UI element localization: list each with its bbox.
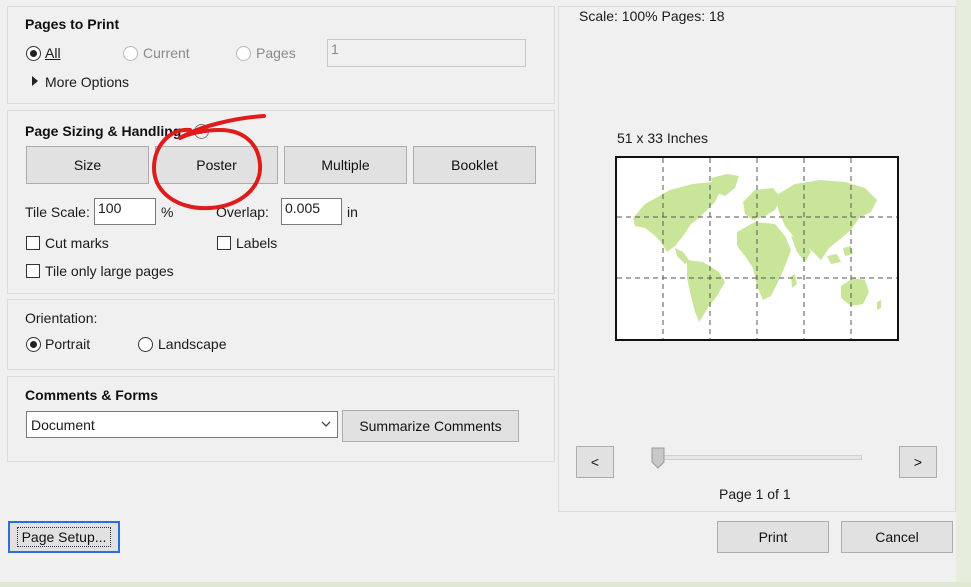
page-setup-label: Page Setup... — [16, 527, 112, 547]
multiple-tab-label: Multiple — [321, 157, 370, 173]
comments-forms-selected: Document — [31, 416, 95, 433]
preview-size-text: 51 x 33 Inches — [617, 130, 709, 146]
pages-range-radio[interactable] — [236, 46, 251, 61]
page-slider-track[interactable] — [652, 455, 862, 460]
page-setup-button[interactable]: Page Setup... — [8, 521, 120, 553]
cancel-button[interactable]: Cancel — [841, 521, 953, 553]
landscape-radio[interactable] — [138, 337, 153, 352]
pages-to-print-title: Pages to Print — [25, 16, 120, 32]
poster-preview — [615, 156, 899, 341]
tile-large-pages-checkbox[interactable] — [26, 264, 40, 278]
overlap-unit-label: in — [347, 204, 358, 220]
tile-scale-label: Tile Scale: — [25, 204, 90, 220]
all-pages-radio[interactable] — [26, 46, 41, 61]
landscape-label[interactable]: Landscape — [158, 336, 227, 352]
pages-range-input[interactable]: 1 — [327, 39, 526, 67]
pages-range-label[interactable]: Pages — [256, 45, 296, 61]
window-edge — [956, 0, 971, 587]
size-tab-label: Size — [73, 157, 102, 173]
size-tab-button[interactable]: Size — [26, 146, 149, 184]
window-bottom-edge — [0, 582, 971, 587]
prev-page-button[interactable]: < — [576, 446, 614, 478]
next-page-button[interactable]: > — [899, 446, 937, 478]
page-slider-thumb[interactable] — [651, 447, 665, 469]
cancel-label: Cancel — [875, 529, 919, 545]
labels-checkbox[interactable] — [217, 236, 231, 250]
comments-forms-select[interactable]: Document — [26, 411, 338, 438]
orientation-title: Orientation: — [25, 310, 98, 326]
comments-forms-title: Comments & Forms — [25, 387, 159, 403]
portrait-label[interactable]: Portrait — [45, 336, 90, 352]
next-page-label: > — [913, 454, 923, 470]
overlap-input[interactable]: 0.005 — [281, 198, 342, 225]
multiple-tab-button[interactable]: Multiple — [284, 146, 407, 184]
portrait-radio[interactable] — [26, 337, 41, 352]
page-indicator-text: Page 1 of 1 — [719, 486, 791, 502]
more-options-label[interactable]: More Options — [45, 74, 129, 90]
chevron-down-icon — [321, 421, 331, 427]
booklet-tab-label: Booklet — [451, 157, 498, 173]
more-options-triangle-icon[interactable] — [32, 76, 38, 86]
labels-label[interactable]: Labels — [236, 235, 277, 251]
all-pages-label[interactable]: All — [45, 45, 61, 61]
print-button[interactable]: Print — [717, 521, 829, 553]
current-page-radio[interactable] — [123, 46, 138, 61]
booklet-tab-button[interactable]: Booklet — [413, 146, 536, 184]
summarize-comments-button[interactable]: Summarize Comments — [342, 410, 519, 442]
tile-large-pages-label[interactable]: Tile only large pages — [45, 263, 174, 279]
summarize-comments-label: Summarize Comments — [359, 418, 502, 434]
cut-marks-label[interactable]: Cut marks — [45, 235, 109, 251]
cut-marks-checkbox[interactable] — [26, 236, 40, 250]
prev-page-label: < — [590, 454, 600, 470]
current-page-label[interactable]: Current — [143, 45, 190, 61]
preview-scale-text: Scale: 100% Pages: 18 — [579, 8, 725, 24]
red-annotation-circle — [152, 114, 266, 211]
print-label: Print — [758, 529, 788, 545]
